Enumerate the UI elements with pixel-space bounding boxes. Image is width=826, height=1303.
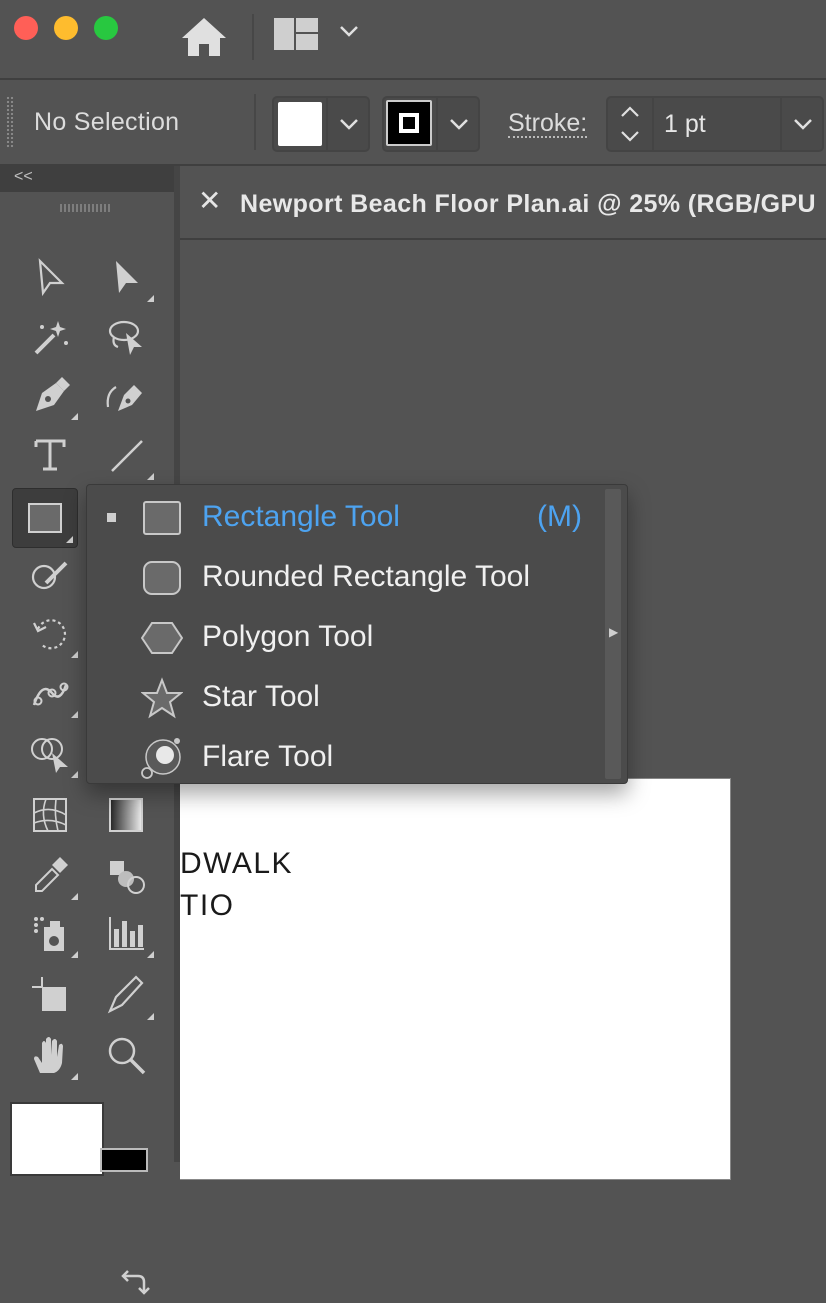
line-segment-tool-icon[interactable] bbox=[94, 426, 158, 484]
artboard-text: TIO bbox=[180, 889, 235, 922]
selection-status: No Selection bbox=[34, 108, 180, 136]
menu-item-shortcut: (M) bbox=[537, 500, 582, 533]
document-tab-bar: ✕ Newport Beach Floor Plan.ai @ 25% (RGB… bbox=[180, 166, 826, 240]
menu-item-flare-tool[interactable]: Flare Tool bbox=[87, 727, 597, 787]
stroke-swatch[interactable] bbox=[386, 100, 432, 146]
titlebar-separator bbox=[252, 14, 254, 60]
fill-swatch[interactable] bbox=[278, 102, 322, 146]
rectangle-tool-icon[interactable] bbox=[12, 488, 78, 548]
shaper-tool-icon[interactable] bbox=[18, 546, 82, 604]
menu-item-polygon-tool[interactable]: Polygon Tool bbox=[87, 607, 597, 667]
stroke-label[interactable]: Stroke: bbox=[508, 110, 588, 138]
swap-fill-stroke-icon[interactable] bbox=[118, 1266, 150, 1298]
chevron-down-icon[interactable] bbox=[336, 18, 362, 44]
menu-item-label: Rounded Rectangle Tool bbox=[202, 560, 531, 593]
hand-tool-icon[interactable] bbox=[18, 1026, 82, 1084]
artboard-text: DWALK bbox=[180, 847, 294, 880]
chevron-down-icon[interactable] bbox=[780, 98, 824, 150]
curvature-tool-icon[interactable] bbox=[94, 366, 158, 424]
menu-item-rounded-rectangle-tool[interactable]: Rounded Rectangle Tool bbox=[87, 547, 597, 607]
eyedropper-tool-icon[interactable] bbox=[18, 846, 82, 904]
menu-item-label: Flare Tool bbox=[202, 740, 334, 773]
tools-panel-grip[interactable] bbox=[60, 204, 110, 212]
menu-item-label: Polygon Tool bbox=[202, 620, 374, 653]
selection-tool-icon[interactable] bbox=[18, 248, 82, 306]
slice-tool-icon[interactable] bbox=[94, 966, 158, 1024]
gradient-tool-icon[interactable] bbox=[94, 786, 158, 844]
artboard-tool-icon[interactable] bbox=[18, 966, 82, 1024]
rounded-rectangle-icon bbox=[141, 557, 183, 599]
chevron-down-icon[interactable] bbox=[326, 98, 370, 150]
menu-item-label: Rectangle Tool bbox=[202, 500, 400, 533]
artboard[interactable]: DWALK TIO bbox=[180, 778, 731, 1180]
fill-color-swatch[interactable] bbox=[10, 1102, 104, 1176]
lasso-tool-icon[interactable] bbox=[94, 308, 158, 366]
menu-item-rectangle-tool[interactable]: Rectangle Tool (M) bbox=[87, 487, 597, 547]
menu-item-label: Star Tool bbox=[202, 680, 320, 713]
type-tool-icon[interactable] bbox=[18, 426, 82, 484]
star-icon bbox=[140, 677, 184, 719]
rotate-tool-icon[interactable] bbox=[18, 604, 82, 662]
stroke-weight-field[interactable]: 1 pt bbox=[606, 96, 824, 152]
close-window-button[interactable] bbox=[14, 16, 38, 40]
menu-item-star-tool[interactable]: Star Tool bbox=[87, 667, 597, 727]
puppet-warp-tool-icon[interactable] bbox=[18, 664, 82, 722]
direct-selection-tool-icon[interactable] bbox=[94, 248, 158, 306]
rectangle-icon bbox=[141, 497, 183, 539]
control-bar-grip[interactable] bbox=[6, 96, 14, 148]
control-bar: No Selection Stroke: 1 pt bbox=[0, 80, 826, 166]
minimize-window-button[interactable] bbox=[54, 16, 78, 40]
collapse-panel-button[interactable]: << bbox=[14, 168, 33, 186]
chevron-right-icon[interactable]: ▶ bbox=[609, 625, 618, 639]
blend-tool-icon[interactable] bbox=[94, 846, 158, 904]
home-icon[interactable] bbox=[178, 14, 230, 58]
polygon-icon bbox=[140, 617, 184, 659]
stroke-weight-value[interactable]: 1 pt bbox=[664, 110, 706, 139]
stroke-color-swatch[interactable] bbox=[100, 1148, 148, 1172]
close-icon[interactable]: ✕ bbox=[198, 184, 221, 217]
column-graph-tool-icon[interactable] bbox=[94, 904, 158, 962]
magic-wand-tool-icon[interactable] bbox=[18, 308, 82, 366]
zoom-tool-icon[interactable] bbox=[94, 1026, 158, 1084]
title-bar bbox=[0, 0, 826, 80]
workspace-layout-icon[interactable] bbox=[272, 14, 326, 54]
chevron-down-icon[interactable] bbox=[436, 98, 480, 150]
fill-color-control[interactable] bbox=[272, 96, 370, 152]
document-tab-title[interactable]: Newport Beach Floor Plan.ai @ 25% (RGB/G… bbox=[240, 190, 816, 219]
pen-tool-icon[interactable] bbox=[18, 366, 82, 424]
mesh-tool-icon[interactable] bbox=[18, 786, 82, 844]
flare-icon bbox=[141, 737, 183, 779]
stroke-color-control[interactable] bbox=[382, 96, 480, 152]
shape-tools-flyout: Rectangle Tool (M) Rounded Rectangle Too… bbox=[86, 484, 628, 784]
control-bar-separator bbox=[254, 94, 256, 150]
stroke-weight-stepper[interactable] bbox=[608, 98, 654, 150]
maximize-window-button[interactable] bbox=[94, 16, 118, 40]
tools-panel-header: << bbox=[0, 166, 174, 192]
shape-builder-tool-icon[interactable] bbox=[18, 724, 82, 782]
symbol-sprayer-tool-icon[interactable] bbox=[18, 904, 82, 962]
selected-bullet-icon bbox=[107, 513, 116, 522]
